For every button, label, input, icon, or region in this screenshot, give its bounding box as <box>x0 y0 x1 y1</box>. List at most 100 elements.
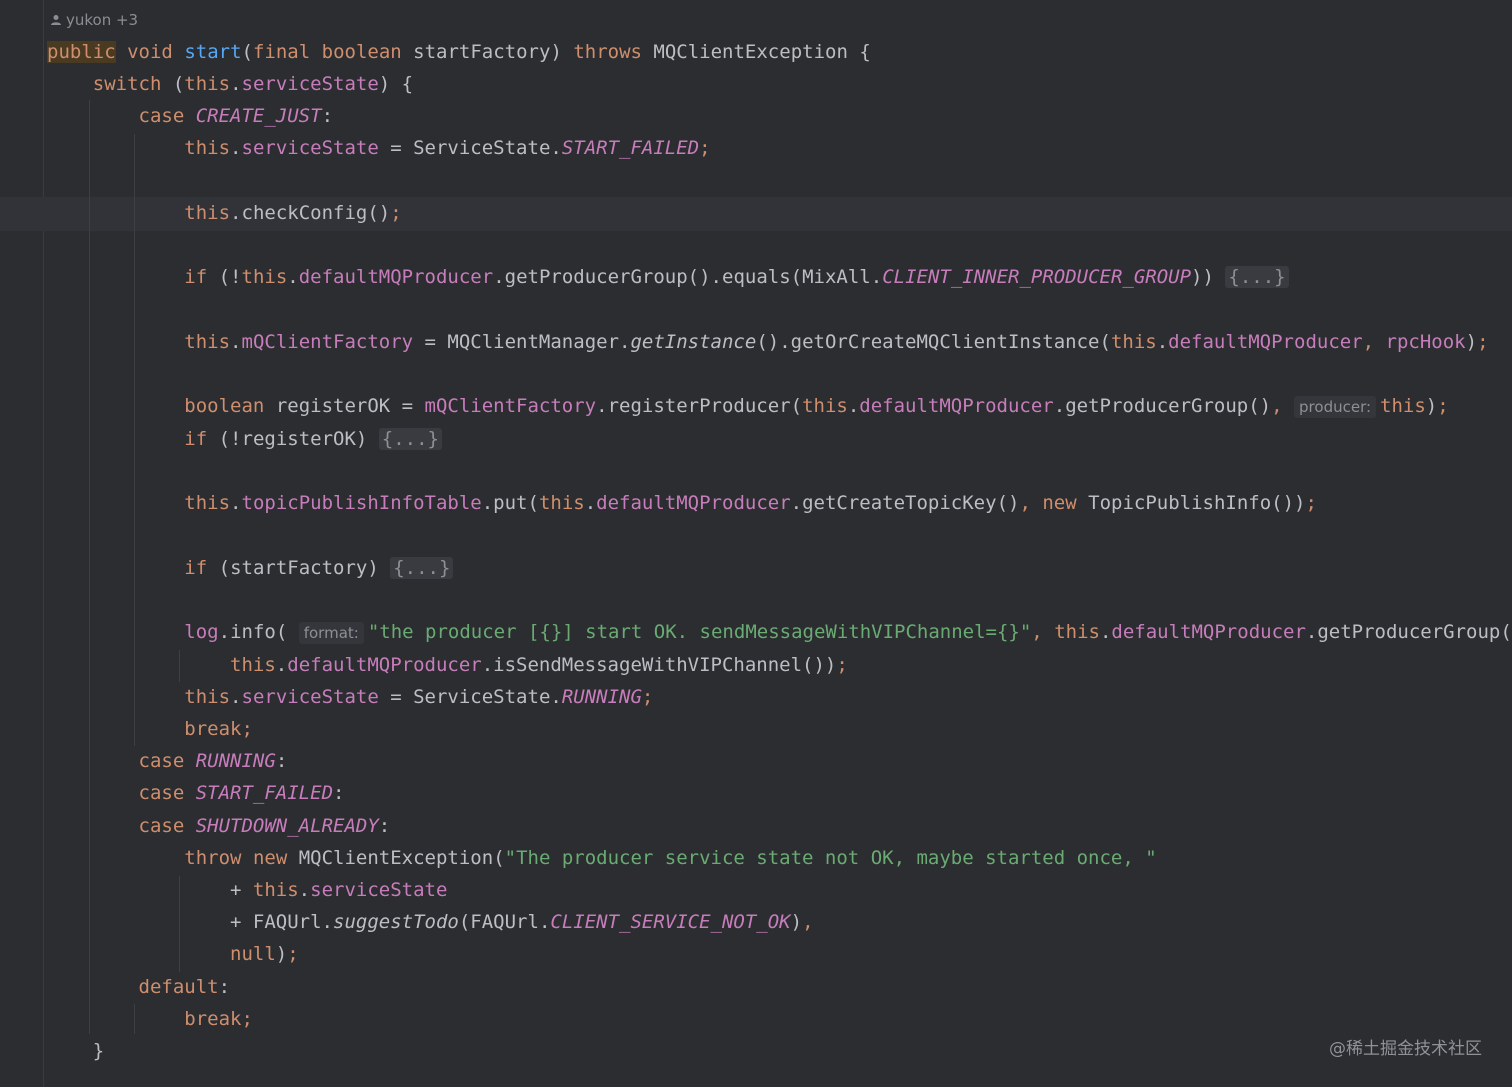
token: START_FAILED <box>195 782 334 804</box>
token: defaultMQProducer <box>859 395 1054 417</box>
token: if <box>184 266 208 288</box>
code-line[interactable]: this.topicPublishInfoTable.put(this.defa… <box>47 488 1317 518</box>
code-editor[interactable]: yukon +3 public void start(final boolean… <box>0 0 1512 1087</box>
code-line[interactable]: + FAQUrl.suggestTodo(FAQUrl.CLIENT_SERVI… <box>47 907 814 937</box>
token: case <box>138 105 185 127</box>
token: this <box>230 654 276 676</box>
author-annotation[interactable]: yukon +3 <box>50 9 138 31</box>
code-line[interactable]: boolean registerOK = mQClientFactory.reg… <box>47 391 1449 421</box>
token: new <box>1042 492 1077 514</box>
token: new <box>252 847 288 869</box>
token: defaultMQProducer <box>596 492 791 514</box>
token: START_FAILED <box>561 137 700 159</box>
token: void <box>127 41 173 63</box>
token: boolean <box>184 395 265 417</box>
token: this <box>1054 621 1100 643</box>
code-line[interactable]: if (startFactory) {...} <box>47 553 454 583</box>
code-line[interactable]: this.checkConfig(); <box>47 198 401 228</box>
code-line[interactable]: break; <box>47 714 253 744</box>
token: isSendMessageWithVIPChannel <box>493 654 803 676</box>
parameter-hint: producer: <box>1294 396 1377 418</box>
token: serviceState <box>310 879 448 901</box>
token: MQClientManager <box>447 331 620 353</box>
code-line[interactable]: public void start(final boolean startFac… <box>47 37 871 67</box>
token: this <box>241 266 288 288</box>
string-literal: "The producer service state not OK, mayb… <box>504 847 1157 869</box>
token: SHUTDOWN_ALREADY <box>195 815 379 837</box>
token: put <box>493 492 528 514</box>
token: getProducerGroup <box>1317 621 1501 643</box>
token: this <box>184 73 231 95</box>
token: throw <box>184 847 242 869</box>
token: this <box>802 395 848 417</box>
token: CLIENT_INNER_PRODUCER_GROUP <box>882 266 1192 288</box>
watermark: @稀土掘金技术社区 <box>1329 1039 1482 1059</box>
token: final <box>252 41 311 63</box>
token: if <box>184 428 208 450</box>
token: if <box>184 557 208 579</box>
token: info <box>230 621 276 643</box>
token: CREATE_JUST <box>195 105 322 127</box>
token: null <box>230 943 276 965</box>
token: serviceState <box>241 73 379 95</box>
token: case <box>138 782 185 804</box>
token: getOrCreateMQClientInstance <box>790 331 1100 353</box>
token: FAQUrl <box>470 911 539 933</box>
code-line[interactable]: this.mQClientFactory = MQClientManager.g… <box>47 327 1488 357</box>
token: getProducerGroup <box>504 266 688 288</box>
code-line[interactable]: this.serviceState = ServiceState.RUNNING… <box>47 682 653 712</box>
folded-block[interactable]: {...} <box>1225 266 1289 288</box>
token: mQClientFactory <box>241 331 414 353</box>
token: topicPublishInfoTable <box>241 492 482 514</box>
token: serviceState <box>241 686 379 708</box>
token: this <box>184 331 231 353</box>
token: public <box>47 41 116 63</box>
token: case <box>138 750 185 772</box>
code-line[interactable]: + this.serviceState <box>47 875 447 905</box>
token: RUNNING <box>561 686 642 708</box>
token: this <box>538 492 585 514</box>
token: this <box>1380 395 1426 417</box>
token: CLIENT_SERVICE_NOT_OK <box>550 911 791 933</box>
token: serviceState <box>241 137 379 159</box>
token: switch <box>92 73 162 95</box>
code-line[interactable]: switch (this.serviceState) { <box>47 69 413 99</box>
code-line[interactable]: break; <box>47 1004 253 1034</box>
token: getInstance <box>630 331 757 353</box>
code-line[interactable]: case RUNNING: <box>47 746 288 776</box>
token: registerOK <box>275 395 391 417</box>
token: this <box>1110 331 1157 353</box>
token: start <box>184 41 242 63</box>
string-literal: "the producer [{}] start OK. sendMessage… <box>367 621 1032 643</box>
token: TopicPublishInfo <box>1088 492 1272 514</box>
code-line[interactable]: if (!registerOK) {...} <box>47 424 442 454</box>
code-line[interactable]: default: <box>47 972 231 1002</box>
token: this <box>184 686 231 708</box>
code-line[interactable]: case CREATE_JUST: <box>47 101 334 131</box>
code-line[interactable]: case START_FAILED: <box>47 778 345 808</box>
token: checkConfig <box>241 202 368 224</box>
token: FAQUrl <box>252 911 322 933</box>
code-line[interactable]: throw new MQClientException("The produce… <box>47 843 1157 873</box>
code-line[interactable]: this.serviceState = ServiceState.START_F… <box>47 133 710 163</box>
folded-block[interactable]: {...} <box>378 428 442 450</box>
code-line[interactable]: null); <box>47 939 299 969</box>
token: break <box>184 718 242 740</box>
code-line[interactable]: this.defaultMQProducer.isSendMessageWith… <box>47 650 848 680</box>
token: this <box>252 879 299 901</box>
token: case <box>138 815 185 837</box>
token: RUNNING <box>195 750 276 772</box>
author-name: yukon +3 <box>66 11 139 29</box>
token: rpcHook <box>1385 331 1466 353</box>
token: break <box>184 1008 242 1030</box>
token: boolean <box>321 41 402 63</box>
code-line[interactable]: if (!this.defaultMQProducer.getProducerG… <box>47 262 1289 292</box>
token: MQClientException <box>298 847 494 869</box>
code-line[interactable]: case SHUTDOWN_ALREADY: <box>47 811 391 841</box>
person-icon <box>51 15 61 25</box>
token: getCreateTopicKey <box>802 492 997 514</box>
code-line[interactable]: } <box>47 1036 104 1066</box>
code-line[interactable]: log.info( format: "the producer [{}] star… <box>47 617 1512 647</box>
folded-block[interactable]: {...} <box>390 557 454 579</box>
token: registerOK <box>241 428 356 450</box>
